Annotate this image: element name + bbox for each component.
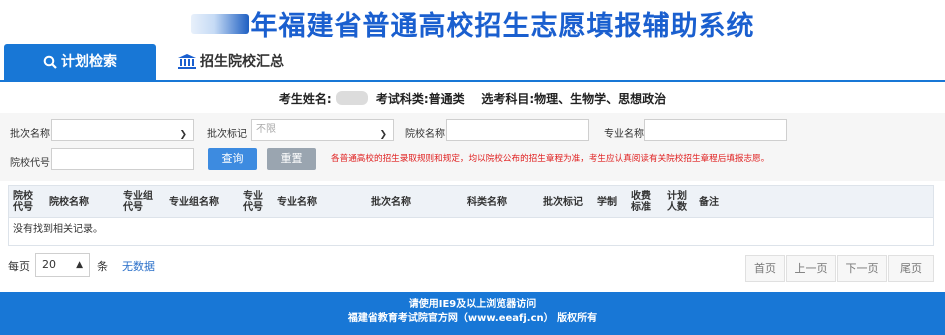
- search-icon: [43, 55, 57, 69]
- next-page-button[interactable]: 下一页: [837, 255, 887, 282]
- updown-icon: ▲: [76, 260, 83, 270]
- col-school-name[interactable]: 院校名称: [49, 186, 109, 218]
- col-group-name[interactable]: 专业组名称: [169, 186, 234, 218]
- col-category-name[interactable]: 科类名称: [467, 186, 537, 218]
- table-header: 院校代号 院校名称 专业组代号 专业组名称 专业代号 专业名称 批次名称 科类名…: [9, 186, 933, 218]
- prev-page-button[interactable]: 上一页: [786, 255, 836, 282]
- footer-copyright: 福建省教育考试院官方网（www.eeafj.cn） 版权所有: [347, 313, 598, 324]
- institution-icon: [178, 54, 196, 69]
- chevron-down-icon: ❯: [379, 130, 387, 140]
- school-code-input[interactable]: [51, 148, 194, 170]
- footer: 请使用IE9及以上浏览器访问 福建省教育考试院官方网（www.eeafj.cn）…: [0, 292, 945, 335]
- batch-mark-select[interactable]: 不限 ❯: [251, 119, 394, 141]
- major-name-input[interactable]: [644, 119, 787, 141]
- col-major-name[interactable]: 专业名称: [277, 186, 357, 218]
- col-remarks[interactable]: 备注: [699, 186, 739, 218]
- tab-bar: 计划检索 招生院校汇总: [0, 44, 945, 82]
- first-page-button[interactable]: 首页: [745, 255, 785, 282]
- footer-browser-note: 请使用IE9及以上浏览器访问: [408, 299, 537, 310]
- last-page-button[interactable]: 尾页: [888, 255, 934, 282]
- col-fee[interactable]: 收费标准: [631, 186, 655, 218]
- results-table: 院校代号 院校名称 专业组代号 专业组名称 专业代号 专业名称 批次名称 科类名…: [8, 185, 934, 246]
- col-duration[interactable]: 学制: [597, 186, 625, 218]
- page-title-bar: 年福建省普通高校招生志愿填报辅助系统: [0, 4, 945, 42]
- redacted-name: [335, 91, 368, 105]
- page-size-select[interactable]: 20 ▲: [35, 253, 90, 277]
- notice-text: 各普通高校的招生录取规则和规定，均以院校公布的招生章程为准，考生应认真阅读有关院…: [331, 154, 770, 164]
- col-batch-mark[interactable]: 批次标记: [543, 186, 591, 218]
- reset-button[interactable]: 重置: [267, 148, 316, 170]
- tab-plan-search[interactable]: 计划检索: [4, 44, 156, 80]
- batch-name-select[interactable]: ❯: [51, 119, 194, 141]
- col-group-code[interactable]: 专业组代号: [123, 186, 155, 218]
- col-batch-name[interactable]: 批次名称: [371, 186, 451, 218]
- empty-message: 没有找到相关记录。: [13, 224, 103, 235]
- no-data-text: 无数据: [122, 260, 155, 273]
- chevron-down-icon: ❯: [179, 130, 187, 140]
- redacted-year: [190, 13, 249, 34]
- col-major-code[interactable]: 专业代号: [243, 186, 265, 218]
- col-school-code[interactable]: 院校代号: [13, 186, 35, 218]
- tab-school-summary[interactable]: 招生院校汇总: [178, 44, 284, 80]
- search-form: 批次名称 ❯ 批次标记 不限 ❯ 院校名称 专业名称 院校代号 查询 重置: [0, 113, 945, 181]
- page-title: 年福建省普通高校招生志愿填报辅助系统: [250, 11, 755, 42]
- school-name-input[interactable]: [446, 119, 589, 141]
- query-button[interactable]: 查询: [208, 148, 257, 170]
- student-info: 考生姓名: 考试科类:普通类 选考科目:物理、生物学、思想政治: [278, 91, 667, 106]
- col-plan-count[interactable]: 计划人数: [667, 186, 691, 218]
